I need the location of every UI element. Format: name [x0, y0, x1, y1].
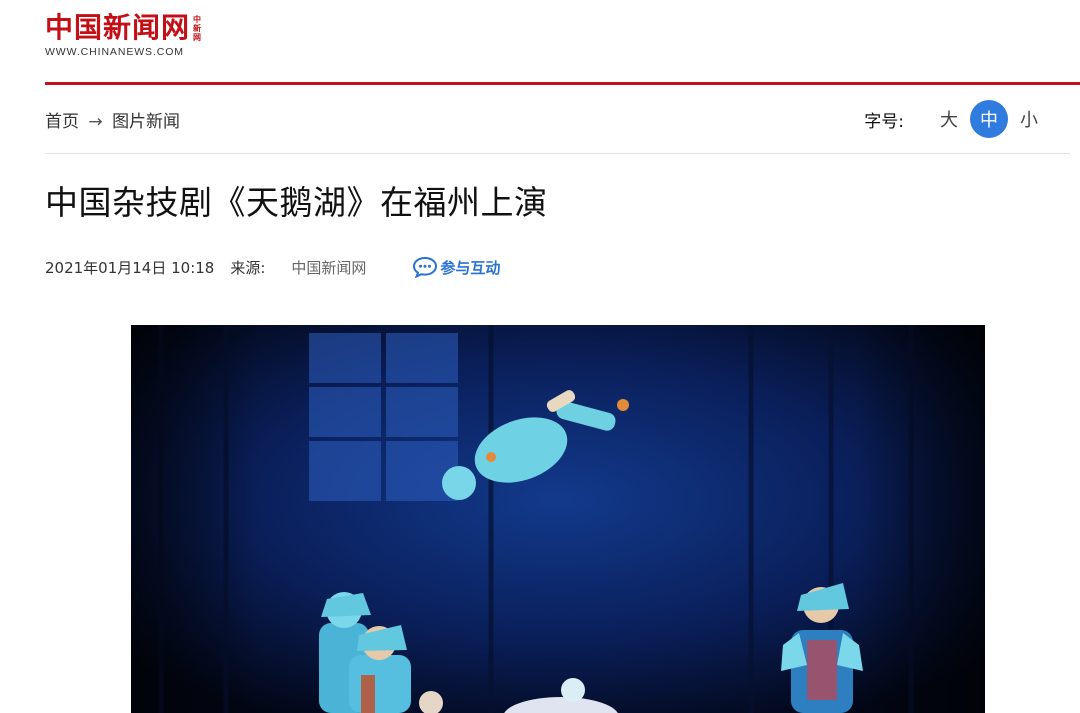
article-meta: 2021年01月14日 10:18 来源: 中国新闻网 参与互动	[45, 256, 500, 278]
breadcrumb-divider	[45, 153, 1070, 154]
site-logo[interactable]: 中国新闻网 中新网 WWW.CHINANEWS.COM	[45, 12, 202, 59]
breadcrumb: 首页 → 图片新闻	[45, 107, 180, 132]
breadcrumb-separator: →	[88, 112, 103, 132]
font-size-control: 字号: 大 中 小	[864, 100, 1048, 138]
header-red-rule	[45, 82, 1080, 85]
article-datetime: 2021年01月14日 10:18	[45, 258, 215, 277]
source-label: 来源:	[230, 258, 266, 277]
logo-tag: 中新网	[193, 14, 203, 42]
interact-link[interactable]: 参与互动	[412, 256, 500, 278]
site-header: 中国新闻网 中新网 WWW.CHINANEWS.COM	[0, 0, 1080, 84]
article-title: 中国杂技剧《天鹅湖》在福州上演	[45, 183, 548, 222]
article-photo	[131, 325, 985, 713]
logo-name-cn: 中国新闻网	[45, 11, 191, 44]
font-size-large[interactable]: 大	[930, 100, 968, 138]
interact-label: 参与互动	[440, 258, 501, 277]
breadcrumb-bar: 首页 → 图片新闻 字号: 大 中 小	[45, 100, 1070, 138]
breadcrumb-section[interactable]: 图片新闻	[112, 112, 180, 132]
logo-domain: WWW.CHINANEWS.COM	[45, 46, 184, 58]
breadcrumb-home[interactable]: 首页	[45, 112, 79, 132]
font-size-small[interactable]: 小	[1010, 100, 1048, 138]
chat-bubble-icon	[413, 256, 438, 278]
article-source[interactable]: 中国新闻网	[291, 257, 366, 278]
font-size-medium[interactable]: 中	[970, 100, 1008, 138]
font-size-label: 字号:	[864, 111, 904, 132]
logo-cn-wrap: 中国新闻网 中新网	[45, 12, 202, 44]
acrobatics-stage-image	[131, 325, 985, 713]
